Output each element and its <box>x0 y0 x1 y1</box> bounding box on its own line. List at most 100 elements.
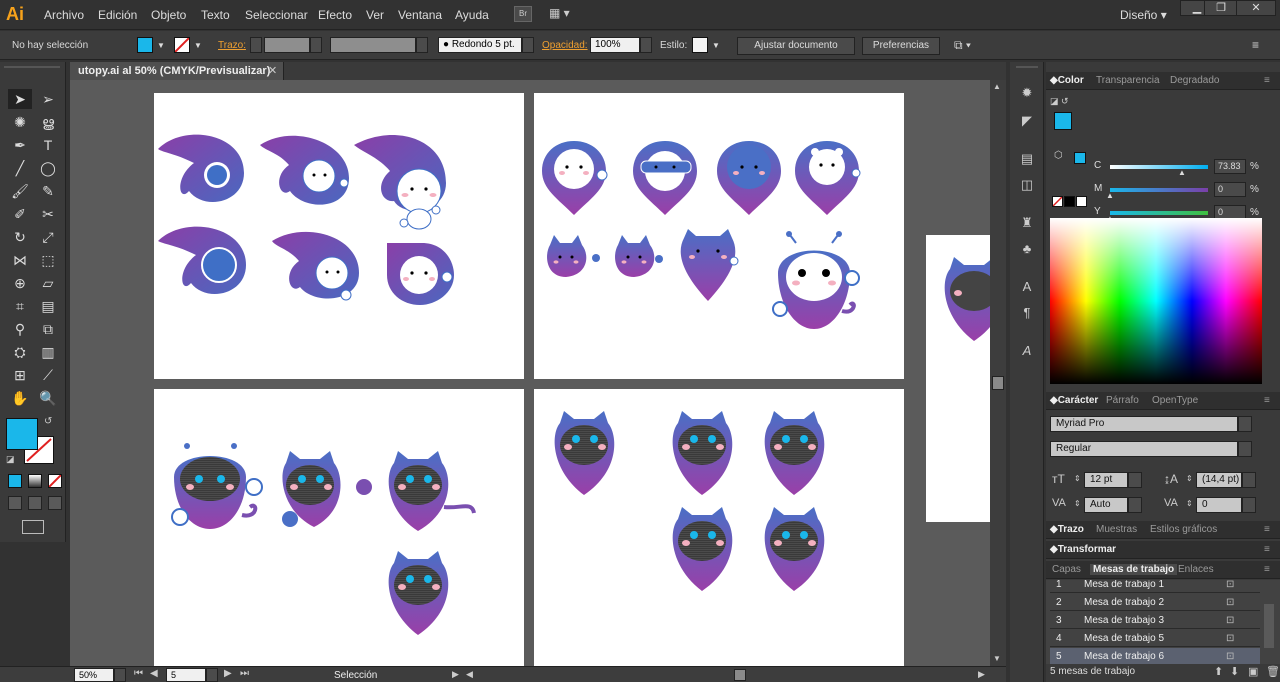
channel-slider-track[interactable] <box>1110 188 1208 192</box>
artboard-row[interactable]: 3 Mesa de trabajo 3 ⊡ <box>1050 612 1260 629</box>
scroll-down-icon[interactable]: ▼ <box>993 654 1001 663</box>
direct-selection-tool-icon[interactable]: ➢ <box>36 89 60 109</box>
symbol-sprayer-tool-icon[interactable]: ⛭ <box>8 342 32 362</box>
artboard-5[interactable] <box>926 235 990 522</box>
fill-swatch[interactable] <box>137 37 153 53</box>
menu-ventana[interactable]: Ventana <box>398 8 442 22</box>
gradient-panel-icon[interactable]: ◤ <box>1017 112 1037 130</box>
arrange-documents-icon[interactable]: ▦ ▾ <box>549 6 577 22</box>
scroll-right-icon[interactable]: ▶ <box>978 669 985 680</box>
artboard-row[interactable]: 1 Mesa de trabajo 1 ⊡ <box>1050 580 1260 593</box>
zoom-field[interactable]: 50% <box>74 668 114 682</box>
first-artboard-icon[interactable]: ⏮ <box>134 668 143 679</box>
artboard-1[interactable] <box>154 93 524 379</box>
tab-swatches[interactable]: Muestras <box>1096 524 1137 535</box>
ellipse-tool-icon[interactable]: ◯ <box>36 158 60 178</box>
artboard-tool-icon[interactable]: ⊞ <box>8 365 32 385</box>
artboard-options-icon[interactable]: ⊡ <box>1226 580 1234 593</box>
white-swatch[interactable] <box>1076 196 1087 207</box>
artboards-scroll-thumb[interactable] <box>1264 604 1274 648</box>
control-menu-icon[interactable]: ≡ <box>1252 38 1259 52</box>
column-graph-tool-icon[interactable]: ▥ <box>36 342 60 362</box>
brush-definition[interactable]: ● Redondo 5 pt. <box>438 37 522 53</box>
profile-dropdown-icon[interactable] <box>416 37 428 53</box>
selection-tool-icon[interactable]: ➤ <box>8 89 32 109</box>
scroll-up-icon[interactable]: ▲ <box>993 82 1001 91</box>
font-size-dropdown-icon[interactable] <box>1128 472 1142 488</box>
channel-value-field[interactable]: 73.83 <box>1214 159 1246 174</box>
clubs-symbol-icon[interactable]: ♣ <box>1017 240 1037 258</box>
horizontal-scroll-thumb[interactable] <box>734 669 746 681</box>
adjust-document-button[interactable]: Ajustar documento <box>737 37 855 55</box>
tab-gradient[interactable]: Degradado <box>1170 75 1219 86</box>
kerning-field[interactable]: Auto <box>1084 497 1128 513</box>
pen-tool-icon[interactable]: ✒ <box>8 135 32 155</box>
tab-layers[interactable]: Capas <box>1052 564 1081 575</box>
variable-width-profile[interactable] <box>330 37 416 53</box>
kerning-dropdown-icon[interactable] <box>1128 497 1142 513</box>
document-tab[interactable]: utopy.ai al 50% (CMYK/Previsualizar) ✕ <box>70 62 284 80</box>
artboard-options-icon[interactable]: ⊡ <box>1226 594 1234 611</box>
draw-inside-icon[interactable] <box>48 496 62 510</box>
stroke-panel-menu-icon[interactable]: ≡ <box>1264 524 1270 535</box>
artboard-4[interactable] <box>534 389 904 666</box>
vertical-scroll-thumb[interactable] <box>992 376 1004 390</box>
brushes-icon[interactable]: ✹ <box>1017 84 1037 102</box>
new-artboard-icon[interactable]: ▣ <box>1248 665 1258 678</box>
stroke-weight-stepper[interactable] <box>250 37 262 53</box>
character-styles-icon[interactable]: A <box>1017 278 1037 296</box>
default-colors-icon[interactable]: ◪ <box>6 454 15 465</box>
close-document-icon[interactable]: ✕ <box>268 62 277 80</box>
workspace-switcher[interactable]: Diseño ▾ <box>1120 8 1167 22</box>
artboard-number-field[interactable]: 5 <box>166 668 206 682</box>
channel-slider-thumb[interactable]: ▲ <box>1106 191 1114 200</box>
tab-transform[interactable]: ◆Transformar <box>1050 544 1116 555</box>
bridge-button[interactable]: Br <box>514 6 532 22</box>
paintbrush-tool-icon[interactable]: 🖌 <box>8 181 32 201</box>
brush-dropdown-icon[interactable] <box>522 37 534 53</box>
menu-objeto[interactable]: Objeto <box>151 8 186 22</box>
screen-mode-icon[interactable] <box>22 520 44 534</box>
none-swatch[interactable] <box>1052 196 1063 207</box>
free-transform-tool-icon[interactable]: ⬚ <box>36 250 60 270</box>
scissors-tool-icon[interactable]: ✂ <box>36 204 60 224</box>
artboard-options-icon[interactable]: ⊡ <box>1226 648 1234 664</box>
artboard-2[interactable] <box>534 93 904 379</box>
font-size-field[interactable]: 12 pt <box>1084 472 1128 488</box>
none-mode-icon[interactable] <box>48 474 62 488</box>
stroke-weight-dropdown-icon[interactable] <box>310 37 322 53</box>
rotate-tool-icon[interactable]: ↻ <box>8 227 32 247</box>
leading-field[interactable]: (14,4 pt) <box>1196 472 1242 488</box>
black-swatch[interactable] <box>1064 196 1075 207</box>
fill-dropdown-icon[interactable]: ▼ <box>157 41 165 50</box>
arrange-icon[interactable]: ⧉ ▾ <box>954 38 971 53</box>
channel-slider-track[interactable] <box>1110 165 1208 169</box>
glyphs-icon[interactable]: A <box>1017 342 1037 360</box>
color-panel-default-icon[interactable]: ◪ ↺ <box>1050 96 1069 107</box>
scale-tool-icon[interactable]: ⤢ <box>36 227 60 247</box>
artboard-row[interactable]: 5 Mesa de trabajo 6 ⊡ <box>1050 648 1260 664</box>
swap-colors-icon[interactable]: ↺ <box>44 416 52 427</box>
opacity-field[interactable]: 100% <box>590 37 640 53</box>
align-icon[interactable]: ▤ <box>1017 150 1037 168</box>
pathfinder-icon[interactable]: ◫ <box>1017 176 1037 194</box>
menu-efecto[interactable]: Efecto <box>318 8 352 22</box>
blend-tool-icon[interactable]: ⧉ <box>36 319 60 339</box>
artboard-dropdown-icon[interactable] <box>206 668 218 682</box>
leading-stepper[interactable]: ⇕ <box>1186 474 1193 483</box>
menu-edicion[interactable]: Edición <box>98 8 137 22</box>
artboard-row[interactable]: 2 Mesa de trabajo 2 ⊡ <box>1050 594 1260 611</box>
draw-normal-icon[interactable] <box>8 496 22 510</box>
symbols-icon[interactable]: ♜ <box>1017 214 1037 232</box>
stroke-dropdown-icon[interactable]: ▼ <box>194 41 202 50</box>
tab-color[interactable]: ◆Color <box>1050 75 1084 86</box>
tracking-stepper[interactable]: ⇕ <box>1186 499 1193 508</box>
channel-slider-thumb[interactable]: ▲ <box>1178 168 1186 177</box>
gradient-tool-icon[interactable]: ▤ <box>36 296 60 316</box>
magic-wand-tool-icon[interactable]: ✺ <box>8 112 32 132</box>
transform-panel-menu-icon[interactable]: ≡ <box>1264 544 1270 555</box>
pencil-tool-icon[interactable]: ✎ <box>36 181 60 201</box>
tab-character[interactable]: ◆Carácter <box>1050 395 1098 406</box>
mesh-tool-icon[interactable]: ⌗ <box>8 296 32 316</box>
stroke-label[interactable]: Trazo: <box>218 40 246 51</box>
